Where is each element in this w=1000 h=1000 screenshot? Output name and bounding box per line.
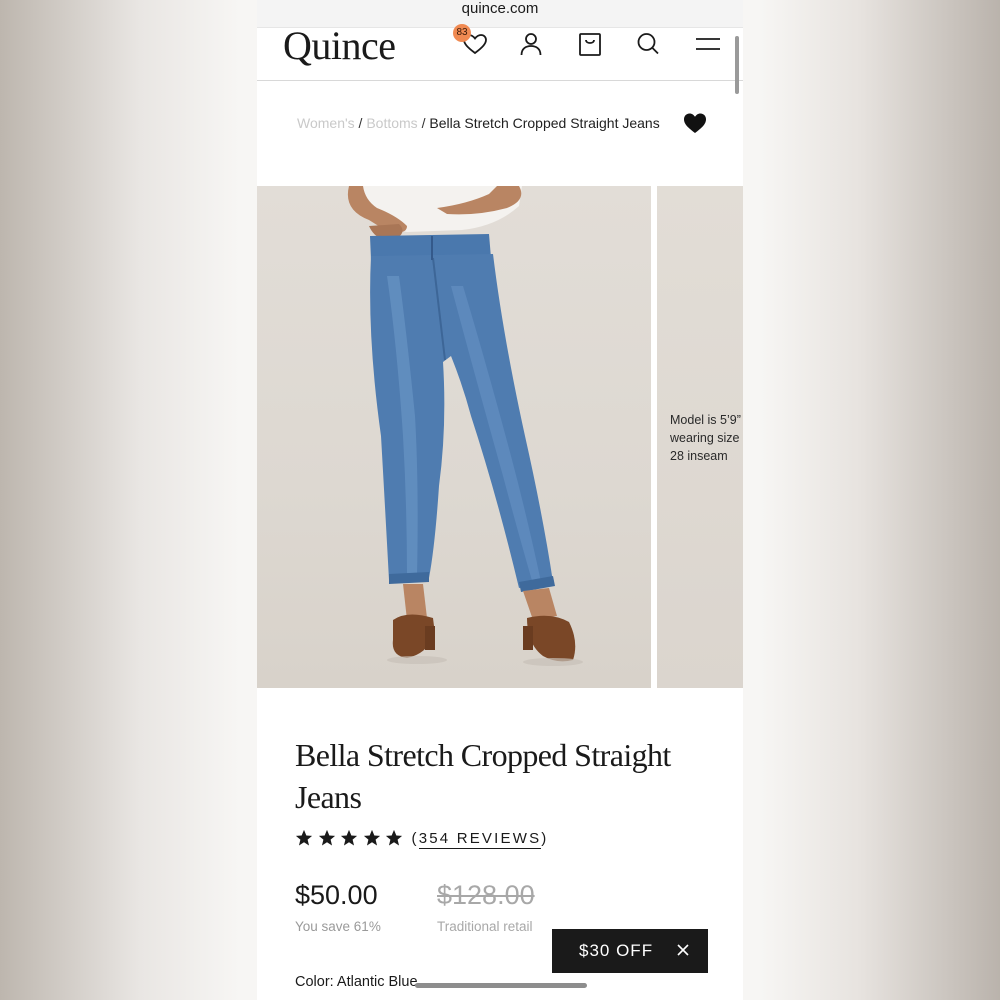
reviews-link[interactable]: (354 REVIEWS) [412,829,549,849]
breadcrumb: Women's / Bottoms / Bella Stretch Croppe… [292,112,672,134]
breadcrumb-current: Bella Stretch Cropped Straight Jeans [429,115,660,131]
star-icon [385,829,403,846]
color-selection-label: Color: Atlantic Blue [295,974,418,990]
model-size-note: Model is 5’9” wearing size 28 inseam [670,413,741,463]
search-icon[interactable] [634,30,662,58]
wishlist-count-badge: 83 [453,24,471,42]
account-icon[interactable] [517,30,545,58]
product-page: quince.com Quince 83 Women's / Bottoms /… [257,0,743,1000]
menu-icon[interactable] [694,30,722,58]
url-text: quince.com [461,0,539,17]
breadcrumb-link-womens[interactable]: Women's [297,115,355,131]
brand-logo[interactable]: Quince [283,22,396,69]
product-image-gallery[interactable]: Model is 5’9” wearing size 28 inseam [257,186,743,688]
star-icon [340,829,358,846]
product-photo-main[interactable] [257,186,651,688]
sale-price: $50.00 [295,880,378,910]
reviews-count: 354 REVIEWS [418,829,542,849]
star-icon [318,829,335,846]
promo-banner[interactable]: $30 OFF [552,929,708,973]
model-in-jeans-illustration [347,186,583,666]
breadcrumb-link-bottoms[interactable]: Bottoms [366,115,417,131]
home-indicator[interactable] [415,983,587,988]
product-title: Bella Stretch Cropped Straight Jeans [295,737,671,815]
shopping-bag-icon[interactable] [576,30,604,58]
add-to-wishlist-heart-icon[interactable] [683,112,707,134]
close-icon[interactable] [677,944,689,956]
star-icon [295,829,313,846]
savings-text: You save 61% [295,919,381,934]
original-price: $128.00 [437,880,535,910]
product-photo-second[interactable]: Model is 5’9” wearing size 28 inseam [657,186,743,688]
site-header: Quince 83 [257,23,743,81]
star-icon [363,829,380,846]
scrollbar-thumb[interactable] [735,36,739,94]
promo-label: $30 OFF [579,941,654,960]
original-price-label: Traditional retail [437,919,533,934]
breadcrumb-separator: / [358,115,363,131]
rating-summary[interactable]: (354 REVIEWS) [295,826,548,850]
breadcrumb-separator: / [421,115,426,131]
